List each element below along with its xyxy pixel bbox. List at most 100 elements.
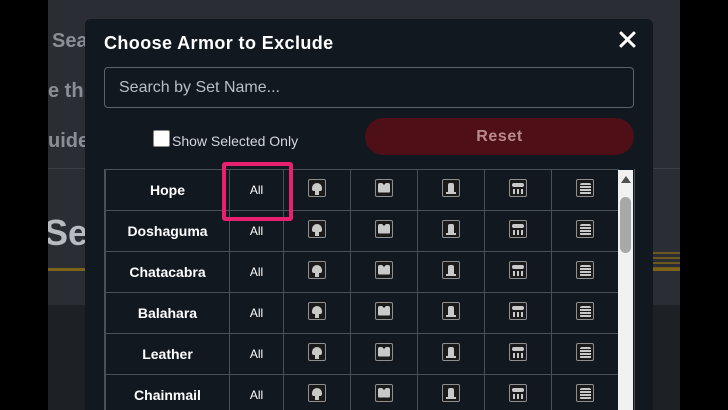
armor-piece-cell[interactable] [283,374,351,410]
armor-piece-cell[interactable] [484,169,552,211]
armor-piece-cell[interactable] [484,292,552,334]
helm-icon[interactable] [308,260,326,279]
show-selected-label: Show Selected Only [172,133,299,149]
table-row: Leather All [105,333,619,375]
background-text: Sea [52,30,88,52]
armor-piece-cell[interactable] [484,333,552,375]
table-scrollbar[interactable] [618,170,633,410]
armor-piece-cell[interactable] [283,292,351,334]
select-all-button[interactable]: All [250,183,263,197]
all-cell: All [229,169,284,211]
search-input[interactable] [104,67,634,108]
legs-icon[interactable] [576,219,594,238]
armor-piece-cell[interactable] [350,333,418,375]
armor-table: Hope All Doshaguma All Chatacabra All Balahara… [104,169,635,410]
legs-icon[interactable] [576,178,594,197]
armor-piece-cell[interactable] [283,251,351,293]
armor-piece-cell[interactable] [551,251,619,293]
set-name: Chatacabra [105,251,230,293]
chest-icon[interactable] [375,301,393,320]
select-all-button[interactable]: All [250,224,263,238]
armor-piece-cell[interactable] [551,374,619,410]
armor-piece-cell[interactable] [484,251,552,293]
armor-piece-cell[interactable] [350,374,418,410]
legs-icon[interactable] [576,342,594,361]
arms-icon[interactable] [442,260,460,279]
waist-icon[interactable] [509,219,527,238]
armor-piece-cell[interactable] [551,292,619,334]
set-name: Hope [105,169,230,211]
armor-piece-cell[interactable] [350,251,418,293]
helm-icon[interactable] [308,383,326,402]
waist-icon[interactable] [509,178,527,197]
waist-icon[interactable] [509,260,527,279]
select-all-button[interactable]: All [250,306,263,320]
set-name: Chainmail [105,374,230,410]
chest-icon[interactable] [375,383,393,402]
armor-table-grid: Hope All Doshaguma All Chatacabra All Balahara… [105,169,619,410]
exclude-armor-modal: Choose Armor to Exclude Show Selected On… [85,19,653,410]
armor-piece-cell[interactable] [551,333,619,375]
helm-icon[interactable] [308,301,326,320]
armor-piece-cell[interactable] [484,210,552,252]
set-name: Balahara [105,292,230,334]
armor-piece-cell[interactable] [417,292,485,334]
armor-piece-cell[interactable] [551,169,619,211]
select-all-button[interactable]: All [250,347,263,361]
waist-icon[interactable] [509,383,527,402]
helm-icon[interactable] [308,219,326,238]
all-cell: All [229,210,284,252]
arms-icon[interactable] [442,301,460,320]
chest-icon[interactable] [375,178,393,197]
select-all-button[interactable]: All [250,388,263,402]
table-row: Balahara All [105,292,619,334]
armor-piece-cell[interactable] [283,169,351,211]
scroll-up-arrow-icon[interactable] [621,176,631,183]
show-selected-checkbox[interactable] [153,130,170,147]
armor-piece-cell[interactable] [283,333,351,375]
armor-piece-cell[interactable] [350,292,418,334]
helm-icon[interactable] [308,178,326,197]
armor-piece-cell[interactable] [417,169,485,211]
scroll-thumb[interactable] [620,197,631,253]
all-cell: All [229,251,284,293]
all-cell: All [229,374,284,410]
armor-piece-cell[interactable] [417,210,485,252]
reset-button[interactable]: Reset [365,118,634,155]
armor-piece-cell[interactable] [350,210,418,252]
legs-icon[interactable] [576,260,594,279]
arms-icon[interactable] [442,178,460,197]
armor-piece-cell[interactable] [283,210,351,252]
armor-piece-cell[interactable] [484,374,552,410]
set-name: Leather [105,333,230,375]
arms-icon[interactable] [442,219,460,238]
armor-piece-cell[interactable] [417,333,485,375]
chest-icon[interactable] [375,342,393,361]
background-text: e th [48,80,84,102]
armor-piece-cell[interactable] [417,374,485,410]
chest-icon[interactable] [375,219,393,238]
armor-piece-cell[interactable] [551,210,619,252]
arms-icon[interactable] [442,342,460,361]
set-name: Doshaguma [105,210,230,252]
helm-icon[interactable] [308,342,326,361]
background-text: uide [48,130,90,152]
waist-icon[interactable] [509,342,527,361]
armor-piece-cell[interactable] [417,251,485,293]
show-selected-toggle[interactable]: Show Selected Only [153,127,298,149]
armor-piece-cell[interactable] [350,169,418,211]
table-row: Doshaguma All [105,210,619,252]
all-cell: All [229,292,284,334]
legs-icon[interactable] [576,383,594,402]
all-cell: All [229,333,284,375]
chest-icon[interactable] [375,260,393,279]
select-all-button[interactable]: All [250,265,263,279]
table-row: Chainmail All [105,374,619,410]
table-row: Chatacabra All [105,251,619,293]
modal-title: Choose Armor to Exclude [104,33,334,53]
waist-icon[interactable] [509,301,527,320]
close-icon[interactable] [616,27,638,53]
table-row: Hope All [105,169,619,211]
arms-icon[interactable] [442,383,460,402]
legs-icon[interactable] [576,301,594,320]
